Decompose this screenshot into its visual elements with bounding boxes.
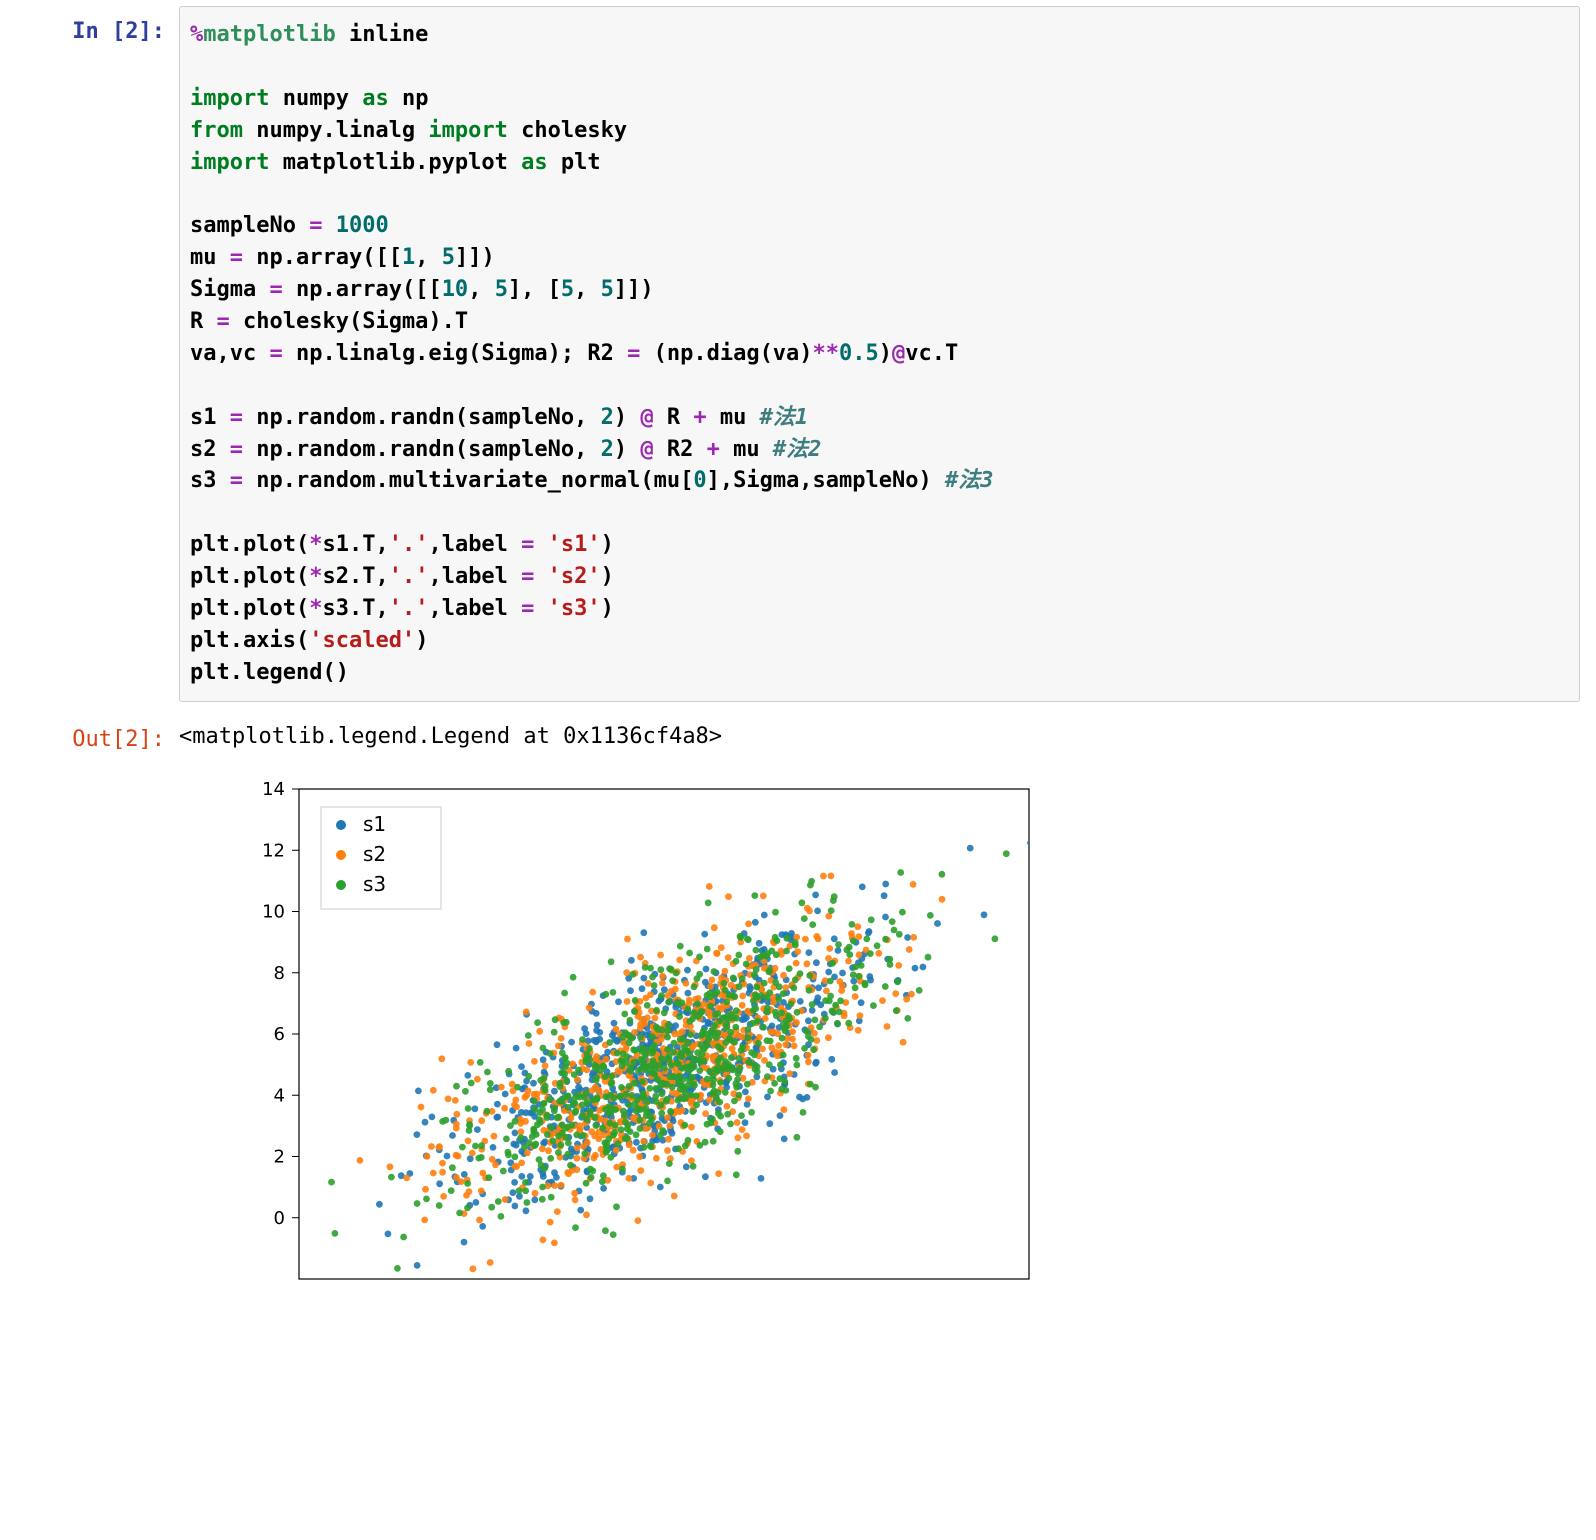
svg-text:10: 10 [262, 901, 285, 922]
svg-text:0: 0 [274, 1207, 285, 1228]
output-repr: <matplotlib.legend.Legend at 0x1136cf4a8… [179, 714, 1580, 753]
legend-label: s3 [363, 872, 386, 896]
code-content[interactable]: %matplotlib inline import numpy as np fr… [190, 19, 1569, 689]
svg-text:12: 12 [262, 840, 285, 861]
output-prompt: Out[2]: [0, 714, 179, 756]
input-prompt: In [2]: [0, 6, 179, 48]
code-input-area[interactable]: %matplotlib inline import numpy as np fr… [179, 6, 1580, 702]
cell-input: In [2]: %matplotlib inline import numpy … [0, 0, 1596, 708]
svg-text:14: 14 [262, 779, 285, 800]
svg-text:4: 4 [274, 1085, 285, 1106]
output-area: <matplotlib.legend.Legend at 0x1136cf4a8… [179, 714, 1580, 1289]
svg-text:8: 8 [274, 962, 285, 983]
svg-text:6: 6 [274, 1024, 285, 1045]
legend-label: s1 [363, 812, 386, 836]
chart-output: 0 2 4 6 8 10 12 14 s1 s2 s3 [179, 753, 1580, 1289]
svg-text:2: 2 [274, 1146, 285, 1167]
cell-output-text: Out[2]: <matplotlib.legend.Legend at 0x1… [0, 708, 1596, 1295]
legend-label: s2 [363, 842, 386, 866]
